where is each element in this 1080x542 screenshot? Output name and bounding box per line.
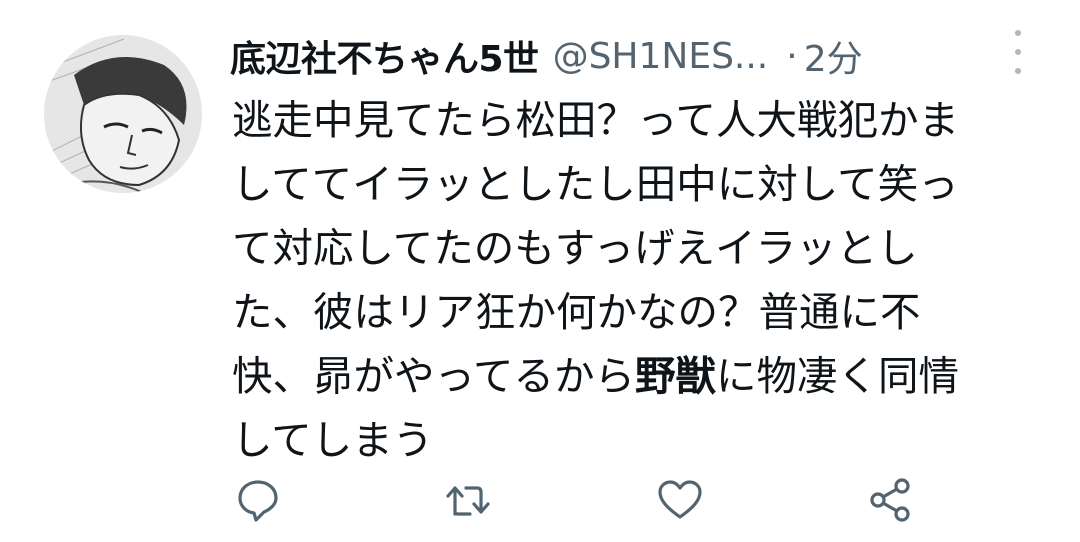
bold-text: 野獣 [634, 352, 716, 400]
separator-dot: · [786, 35, 798, 77]
tweet-card[interactable]: 底辺社不ちゃん5世 @SH1NES... · 2分 逃走中見てたら松田？って人大… [0, 0, 1080, 542]
retweet-button[interactable] [438, 470, 498, 530]
heart-icon [658, 480, 702, 519]
more-vertical-icon[interactable] [1004, 30, 1032, 74]
user-handle[interactable]: @SH1NES... [553, 36, 769, 77]
tweet-text-line: た、彼はリア狂か何かなの？普通に不 [232, 288, 921, 336]
tweet-header: 底辺社不ちゃん5世 @SH1NES... · 2分 [230, 26, 863, 86]
timestamp[interactable]: 2分 [804, 30, 863, 82]
action-bar [0, 470, 1080, 530]
tweet-text: 逃走中見てたら松田？って人大戦犯かま しててイラッとしたし田中に対して笑っ て対… [232, 88, 1062, 472]
tweet-text-line: 快、昴がやってるから野獣に物凄く同情 [232, 352, 959, 400]
like-button[interactable] [650, 470, 710, 530]
reply-button[interactable] [228, 470, 288, 530]
tweet-text-line: て対応してたのもすっげえイラッとし [232, 224, 918, 272]
tweet-text-line: しててイラッとしたし田中に対して笑っ [232, 160, 959, 208]
reply-icon [238, 480, 278, 522]
retweet-icon [446, 486, 490, 516]
display-name[interactable]: 底辺社不ちゃん5世 [230, 30, 539, 82]
share-icon [870, 478, 910, 522]
avatar[interactable] [44, 35, 202, 193]
share-button[interactable] [860, 470, 920, 530]
avatar-image [44, 35, 202, 193]
tweet-text-line: してしまう [232, 416, 434, 464]
tweet-text-line: 逃走中見てたら松田？って人大戦犯かま [232, 96, 959, 144]
